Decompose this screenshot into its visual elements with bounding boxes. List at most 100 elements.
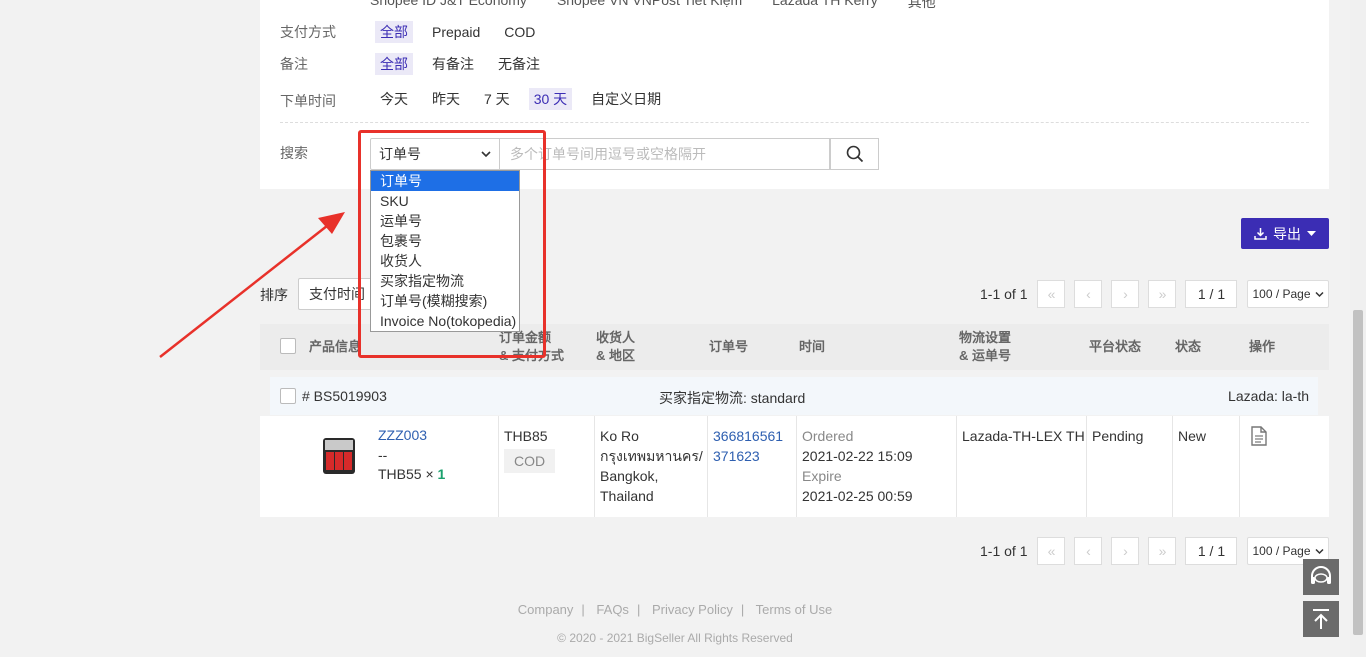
search-type-value: 订单号 (379, 146, 421, 162)
time-option-today[interactable]: 今天 (375, 88, 413, 110)
ordered-label: Ordered (802, 428, 854, 444)
receiver-city: Bangkok, (600, 468, 659, 484)
search-type-dropdown: 订单号 SKU 运单号 包裹号 收货人 买家指定物流 订单号(模糊搜索) Inv… (370, 170, 520, 332)
payment-option-prepaid[interactable]: Prepaid (427, 21, 485, 43)
table-row: ZZZ003 -- THB55 × 1 THB85 COD Ko Ro กรุง… (260, 416, 1329, 517)
scrollbar-thumb[interactable] (1353, 310, 1363, 635)
remark-option-all[interactable]: 全部 (375, 53, 413, 75)
footer-link-privacy[interactable]: Privacy Policy (652, 602, 733, 617)
order-time-filter-row: 下单时间 今天 昨天 7 天 30 天 自定义日期 (280, 87, 680, 111)
time-option-yesterday[interactable]: 昨天 (427, 88, 465, 110)
search-input[interactable] (500, 138, 830, 170)
remark-option-has[interactable]: 有备注 (427, 53, 479, 75)
page-size-select[interactable]: 100 / Page (1247, 280, 1330, 308)
export-button[interactable]: 导出 (1241, 218, 1329, 249)
order-header-row: # BS5019903 买家指定物流: standard Lazada: la-… (270, 377, 1318, 415)
result-count: 1-1 of 1 (980, 286, 1028, 302)
search-button[interactable] (830, 138, 879, 170)
action-cell (1240, 416, 1329, 517)
next-page-button[interactable]: › (1111, 537, 1140, 565)
header-receiver: 收货人 (596, 330, 636, 345)
order-checkbox[interactable] (280, 388, 296, 404)
download-icon (1254, 228, 1267, 240)
arrow-up-icon (1313, 609, 1329, 629)
logistics-provider: Lazada-TH-LEX TH (962, 428, 1085, 444)
copyright: © 2020 - 2021 BigSeller All Rights Reser… (557, 631, 793, 645)
last-page-button[interactable]: » (1148, 537, 1177, 565)
ordered-time: 2021-02-22 15:09 (802, 448, 913, 464)
page-size-value: 100 / Page (1252, 287, 1311, 301)
receiver-country: Thailand (600, 488, 654, 504)
product-price-line: THB55 × 1 (378, 465, 445, 485)
result-count: 1-1 of 1 (980, 543, 1028, 559)
chevron-down-icon (1315, 291, 1325, 297)
export-button-label: 导出 (1273, 225, 1301, 242)
last-page-button[interactable]: » (1148, 280, 1177, 308)
next-page-button[interactable]: › (1111, 280, 1140, 308)
dropdown-option-sku[interactable]: SKU (371, 191, 519, 211)
product-sku[interactable]: ZZZ003 (378, 426, 445, 446)
dropdown-option-receiver[interactable]: 收货人 (371, 251, 519, 271)
dropdown-option-order-no[interactable]: 订单号 (371, 171, 519, 191)
back-to-top-button[interactable] (1303, 601, 1339, 637)
logistics-option[interactable]: Lazada TH Kerry (772, 0, 878, 12)
header-region: & 地区 (596, 348, 636, 363)
store-name: Lazada: la-th (1228, 388, 1309, 404)
page-scrollbar[interactable] (1350, 0, 1366, 657)
prev-page-button[interactable]: ‹ (1074, 280, 1103, 308)
logistics-option[interactable]: Shopee VN VNPost Tiết Kiệm (557, 0, 742, 12)
time-option-7days[interactable]: 7 天 (479, 88, 515, 110)
remark-filter-row: 备注 全部 有备注 无备注 (280, 53, 559, 75)
dropdown-option-order-no-fuzzy[interactable]: 订单号(模糊搜索) (371, 291, 519, 311)
page-indicator[interactable]: 1 / 1 (1185, 280, 1238, 308)
first-page-button[interactable]: « (1037, 537, 1066, 565)
dropdown-option-package-no[interactable]: 包裹号 (371, 231, 519, 251)
status-cell: New (1173, 416, 1240, 517)
time-option-custom[interactable]: 自定义日期 (586, 88, 666, 110)
footer-link-faqs[interactable]: FAQs (596, 602, 629, 617)
dropdown-option-tracking-no[interactable]: 运单号 (371, 211, 519, 231)
buyer-logistics: 买家指定物流: standard (659, 390, 806, 406)
header-platform-status: 平台状态 (1089, 339, 1142, 354)
expire-time: 2021-02-25 00:59 (802, 488, 913, 504)
header-status: 状态 (1175, 339, 1202, 354)
expire-label: Expire (802, 468, 842, 484)
payment-option-cod[interactable]: COD (499, 21, 540, 43)
filter-panel: Shopee ID J&T Economy Shopee VN VNPost T… (260, 0, 1329, 189)
header-time: 时间 (799, 339, 826, 354)
search-type-select[interactable]: 订单号 (370, 138, 500, 170)
first-page-button[interactable]: « (1037, 280, 1066, 308)
order-time-label: 下单时间 (280, 93, 336, 109)
product-thumbnail-icon (323, 438, 355, 474)
dropdown-option-buyer-logistics[interactable]: 买家指定物流 (371, 271, 519, 291)
footer-link-company[interactable]: Company (518, 602, 574, 617)
pagination-bottom: 1-1 of 1 « ‹ › » 1 / 1 100 / Page (980, 537, 1330, 565)
platform-status-cell: Pending (1087, 416, 1173, 517)
header-payment: & 支付方式 (499, 348, 565, 363)
dropdown-option-invoice-no[interactable]: Invoice No(tokopedia) (371, 311, 519, 331)
remark-option-none[interactable]: 无备注 (493, 53, 545, 75)
payment-method-badge: COD (504, 449, 556, 473)
header-action: 操作 (1249, 339, 1276, 354)
prev-page-button[interactable]: ‹ (1074, 537, 1103, 565)
search-label: 搜索 (280, 145, 308, 161)
payment-filter-label: 支付方式 (280, 24, 336, 40)
customer-service-button[interactable] (1303, 559, 1339, 595)
footer-link-terms[interactable]: Terms of Use (756, 602, 833, 617)
page-indicator[interactable]: 1 / 1 (1185, 537, 1238, 565)
platform-order-no-cont[interactable]: 371623 (713, 446, 796, 466)
search-icon (846, 145, 863, 163)
document-icon[interactable] (1250, 426, 1268, 446)
time-option-30days[interactable]: 30 天 (528, 88, 573, 110)
product-qty: 1 (437, 466, 446, 482)
page-size-value: 100 / Page (1252, 544, 1311, 558)
product-qty-x: × (425, 466, 434, 482)
receiver-cell: Ko Ro กรุงเทพมหานคร/ Bangkok, Thailand (595, 416, 708, 517)
logistics-option[interactable]: Shopee ID J&T Economy (370, 0, 527, 12)
platform-order-no[interactable]: 366816561 (713, 426, 796, 446)
platform-status: Pending (1092, 428, 1144, 444)
payment-option-all[interactable]: 全部 (375, 21, 413, 43)
annotation-arrow-icon (159, 212, 345, 358)
logistics-option[interactable]: 其他 (908, 0, 936, 12)
product-price: THB55 (378, 466, 422, 482)
